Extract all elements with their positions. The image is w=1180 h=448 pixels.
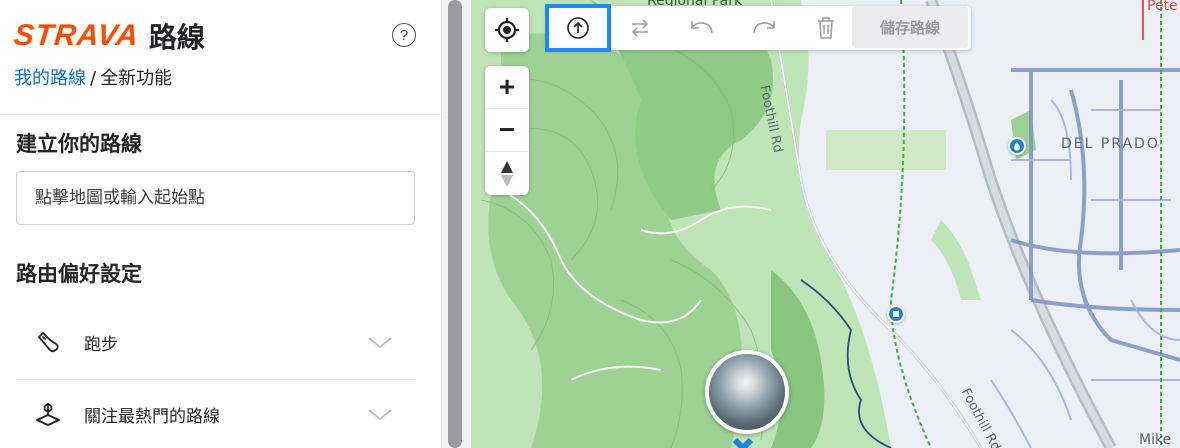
sidebar-scrollbar[interactable] — [443, 0, 471, 448]
breadcrumb-my-routes-link[interactable]: 我的路線 — [14, 68, 86, 89]
preference-popular-routes[interactable]: 關注最熱門的路線 — [16, 381, 416, 447]
chevron-down-icon[interactable] — [366, 404, 394, 424]
preference-popular-label: 關注最熱門的路線 — [84, 406, 220, 427]
map-label-del-prado: DEL PRADO — [1061, 136, 1160, 152]
undo-icon — [691, 21, 713, 34]
breadcrumb: 我的路線 / 全新功能 — [14, 64, 172, 90]
start-point-input[interactable] — [16, 171, 415, 225]
map-label-pete: Pete — [1147, 0, 1178, 14]
map-base-layer — [471, 0, 1180, 448]
user-avatar-marker[interactable] — [705, 350, 789, 434]
restroom-pin-icon[interactable] — [887, 305, 905, 323]
header-divider — [0, 114, 441, 115]
water-pin-icon[interactable] — [1008, 137, 1026, 155]
brand-header: STRAVA 路線 — [12, 16, 205, 56]
map-canvas[interactable]: Regional Park Foothill Rd Foothill Rd DE… — [471, 0, 1180, 448]
toolbar-delete-button[interactable] — [795, 6, 857, 50]
help-glyph: ? — [399, 26, 409, 44]
strava-logo[interactable]: STRAVA — [12, 19, 140, 53]
build-route-heading: 建立你的路線 — [16, 132, 142, 156]
preference-running-label: 跑步 — [84, 334, 118, 355]
running-shoe-icon — [26, 320, 70, 364]
compass-icon — [501, 160, 513, 187]
routing-preferences-heading: 路由偏好設定 — [16, 262, 142, 286]
trash-icon — [818, 17, 834, 39]
swap-direction-icon — [631, 19, 649, 37]
crosshair-icon — [495, 18, 519, 42]
arrow-up-circle-icon — [567, 17, 589, 39]
preference-running[interactable]: 跑步 — [16, 309, 416, 375]
help-icon[interactable]: ? — [392, 23, 416, 47]
zoom-controls: + − — [485, 66, 529, 195]
locate-me-button[interactable] — [485, 8, 529, 52]
map-label-mike: Mike — [1139, 432, 1172, 448]
scrollbar-thumb[interactable] — [448, 0, 462, 448]
page-title: 路線 — [148, 21, 205, 54]
toolbar-redo-button[interactable] — [733, 6, 795, 50]
compass-button[interactable] — [485, 152, 529, 195]
sidebar: STRAVA 路線 ? 我的路線/全新功能 建立你的路線 路由偏好設定 跑步 — [0, 0, 442, 448]
save-route-button[interactable]: 儲存路線 — [852, 6, 968, 48]
toolbar-undo-button[interactable] — [671, 6, 733, 50]
toolbar-arrow-up-button[interactable] — [545, 4, 611, 52]
breadcrumb-current: 全新功能 — [100, 68, 173, 89]
zoom-in-button[interactable]: + — [485, 66, 529, 109]
redo-icon — [753, 21, 775, 34]
breadcrumb-separator: / — [90, 68, 97, 89]
chevron-down-icon[interactable] — [366, 332, 394, 352]
heatmap-pin-icon — [26, 392, 70, 436]
zoom-out-button[interactable]: − — [485, 109, 529, 152]
preference-divider — [16, 379, 416, 380]
toolbar-swap-button[interactable] — [609, 6, 671, 50]
